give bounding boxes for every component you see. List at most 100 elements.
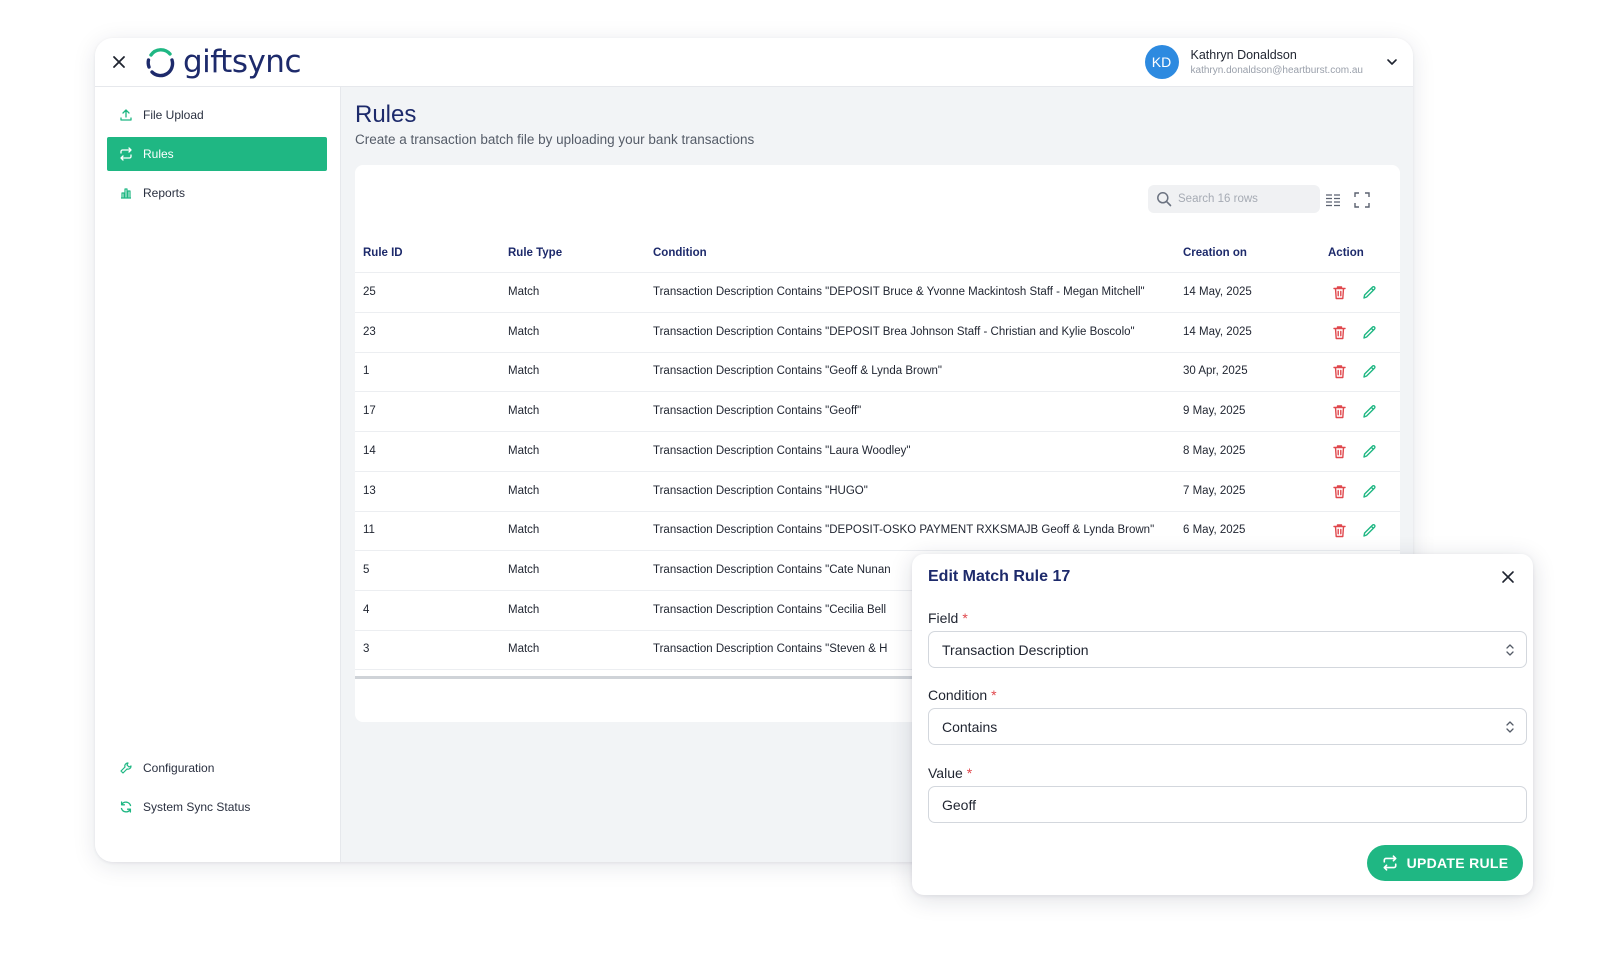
search-icon <box>1157 192 1172 207</box>
bar-chart-icon <box>121 188 131 199</box>
upload-icon <box>120 109 132 121</box>
value-label: Value * <box>928 765 972 781</box>
table-row[interactable]: 13 Match Transaction Description Contains … <box>355 472 1400 512</box>
delete-icon[interactable] <box>1331 522 1348 539</box>
cell-creation-on: 6 May, 2025 <box>1183 524 1246 537</box>
delete-icon[interactable] <box>1331 403 1348 420</box>
condition-select[interactable]: Contains <box>928 708 1527 745</box>
cell-rule-type: Match <box>508 405 540 418</box>
wrench-icon <box>120 762 132 774</box>
table-row[interactable]: 17 Match Transaction Description Contains … <box>355 392 1400 433</box>
search-input[interactable] <box>1178 193 1308 205</box>
cell-condition: Transaction Description Contains "DEPOSI… <box>653 325 1135 338</box>
column-header-rule-type[interactable]: Rule Type <box>508 247 562 259</box>
update-rule-label: UPDATE RULE <box>1406 855 1509 871</box>
page-title: Rules <box>355 101 417 128</box>
table-row[interactable]: 1 Match Transaction Description Contains "… <box>355 352 1400 393</box>
user-menu[interactable]: KD Kathryn Donaldson kathryn.donaldson@h… <box>1144 45 1399 79</box>
edit-pencil-icon[interactable] <box>1361 363 1378 380</box>
field-label-text: Field <box>928 610 959 626</box>
condition-label: Condition * <box>928 687 997 703</box>
cell-condition: Transaction Description Contains "Cecili… <box>653 603 887 616</box>
sidebar: File Upload Rules Reports Configuration … <box>95 87 341 862</box>
table-row[interactable]: 25 Match Transaction Description Contains … <box>355 273 1400 313</box>
table-search[interactable] <box>1148 185 1320 213</box>
page-subtitle: Create a transaction batch file by uploa… <box>355 132 755 147</box>
chevron-up-down-icon <box>1506 721 1514 733</box>
column-toggle-icon[interactable] <box>1325 192 1341 208</box>
delete-icon[interactable] <box>1331 483 1348 500</box>
sidebar-item-label: Reports <box>143 186 186 200</box>
cell-condition: Transaction Description Contains "Geoff … <box>653 365 942 378</box>
cell-rule-type: Match <box>508 603 540 616</box>
table-row[interactable]: 11 Match Transaction Description Contains … <box>355 511 1400 552</box>
column-header-condition[interactable]: Condition <box>653 247 707 259</box>
cell-rule-id: 5 <box>363 563 370 576</box>
field-label: Field * <box>928 610 968 626</box>
chevron-down-icon[interactable] <box>1385 55 1399 69</box>
table-header: Rule ID Rule Type Condition Creation on … <box>355 237 1400 273</box>
update-rule-button[interactable]: UPDATE RULE <box>1367 845 1523 881</box>
cell-rule-type: Match <box>508 643 540 656</box>
edit-pencil-icon[interactable] <box>1361 403 1378 420</box>
edit-pencil-icon[interactable] <box>1361 443 1378 460</box>
cell-condition: Transaction Description Contains "Cate N… <box>653 563 891 576</box>
table-row[interactable]: 14 Match Transaction Description Contains … <box>355 432 1400 472</box>
field-select[interactable]: Transaction Description <box>928 631 1527 668</box>
cell-rule-id: 17 <box>363 405 376 418</box>
cell-rule-type: Match <box>508 286 540 298</box>
cell-rule-type: Match <box>508 563 540 576</box>
sidebar-item-reports[interactable]: Reports <box>107 176 327 210</box>
edit-pencil-icon[interactable] <box>1361 324 1378 341</box>
cell-condition: Transaction Description Contains "Steven… <box>653 643 888 656</box>
top-bar: giftsync KD Kathryn Donaldson kathryn.do… <box>95 38 1413 87</box>
cell-rule-id: 3 <box>363 643 370 656</box>
sidebar-item-file-upload[interactable]: File Upload <box>107 98 327 132</box>
delete-icon[interactable] <box>1331 284 1348 301</box>
delete-icon[interactable] <box>1331 443 1348 460</box>
sidebar-item-system-sync-status[interactable]: System Sync Status <box>107 790 327 824</box>
sidebar-item-label: File Upload <box>143 108 204 122</box>
close-icon[interactable] <box>1499 568 1517 586</box>
delete-icon[interactable] <box>1331 363 1348 380</box>
sync-arrows-icon <box>120 147 132 161</box>
cell-rule-id: 13 <box>363 484 376 497</box>
edit-pencil-icon[interactable] <box>1361 522 1378 539</box>
modal-title: Edit Match Rule 17 <box>928 568 1071 585</box>
value-input[interactable] <box>942 796 1502 813</box>
value-label-text: Value <box>928 765 963 781</box>
fullscreen-icon[interactable] <box>1354 192 1370 208</box>
avatar[interactable]: KD <box>1144 45 1179 79</box>
user-info: Kathryn Donaldson kathryn.donaldson@hear… <box>1191 48 1363 76</box>
column-header-rule-id[interactable]: Rule ID <box>363 247 403 259</box>
edit-pencil-icon[interactable] <box>1361 284 1378 301</box>
delete-icon[interactable] <box>1331 324 1348 341</box>
cell-condition: Transaction Description Contains "DEPOSI… <box>653 524 1155 537</box>
cell-rule-id: 25 <box>363 286 376 298</box>
user-email: kathryn.donaldson@heartburst.com.au <box>1190 65 1363 76</box>
condition-select-value: Contains <box>942 718 998 735</box>
brand-logo: giftsync <box>143 44 302 80</box>
cell-creation-on: 7 May, 2025 <box>1183 484 1246 497</box>
close-icon[interactable] <box>109 52 129 72</box>
sidebar-item-configuration[interactable]: Configuration <box>107 751 327 785</box>
user-name: Kathryn Donaldson <box>1190 48 1297 62</box>
cell-rule-id: 4 <box>363 603 370 616</box>
column-header-creation-on[interactable]: Creation on <box>1183 247 1247 259</box>
cell-rule-type: Match <box>508 325 540 338</box>
table-row[interactable]: 23 Match Transaction Description Contains … <box>355 313 1400 353</box>
required-mark: * <box>966 765 973 781</box>
cell-rule-type: Match <box>508 484 540 497</box>
cell-rule-id: 23 <box>363 325 376 338</box>
cell-creation-on: 14 May, 2025 <box>1183 286 1252 298</box>
cell-condition: Transaction Description Contains "DEPOSI… <box>653 286 1145 298</box>
cell-creation-on: 9 May, 2025 <box>1183 405 1246 418</box>
sidebar-item-label: Rules <box>143 147 174 161</box>
value-field[interactable] <box>928 786 1527 823</box>
required-mark: * <box>991 687 997 703</box>
logo-mark-icon <box>146 48 175 78</box>
edit-pencil-icon[interactable] <box>1361 483 1378 500</box>
sidebar-item-rules[interactable]: Rules <box>107 137 327 171</box>
cell-rule-type: Match <box>508 524 540 537</box>
brand-name: giftsync <box>183 44 302 80</box>
